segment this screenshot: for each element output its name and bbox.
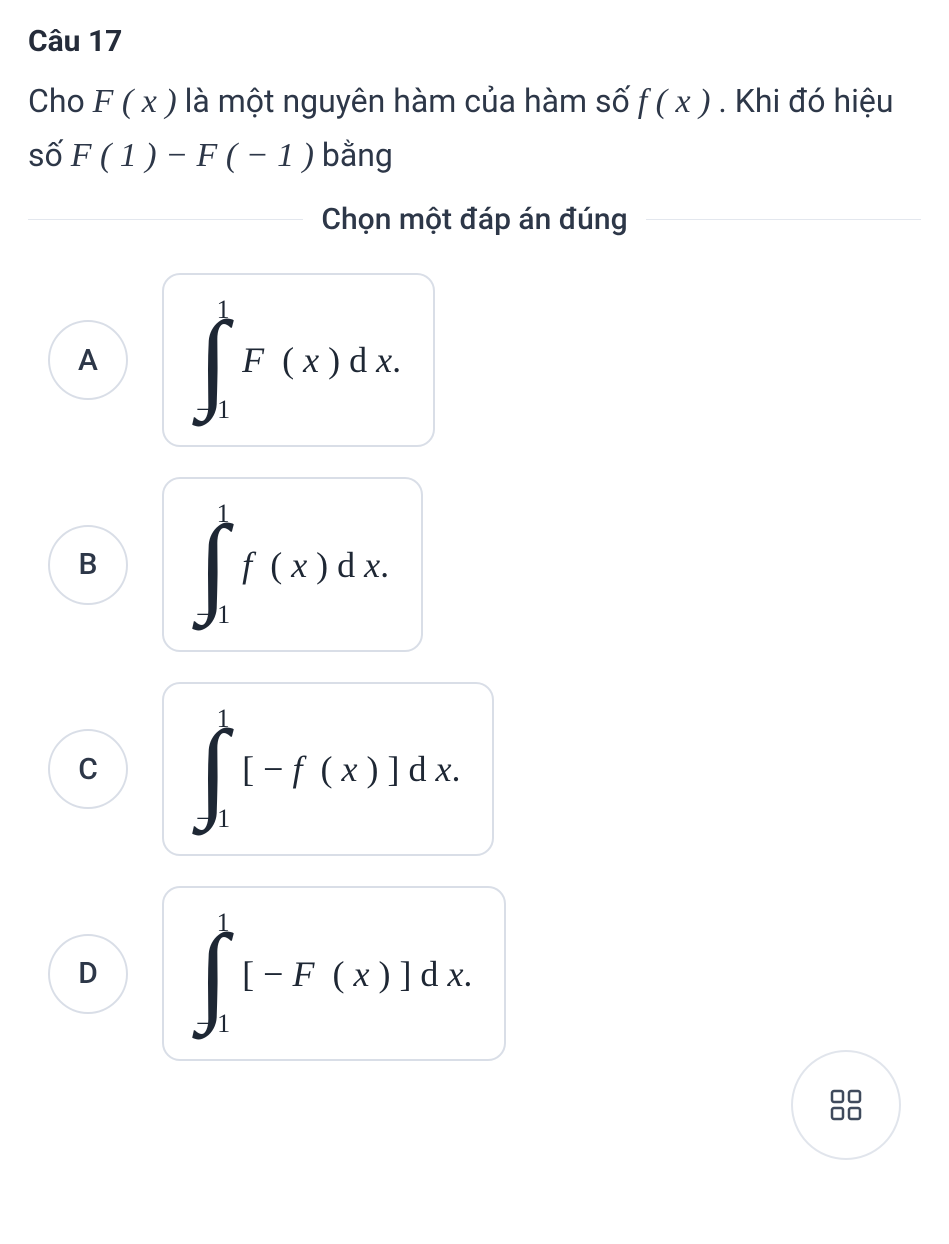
option-box-c[interactable]: 1 ∫ − 1 [ − f ( x ) ] d x. [162, 682, 494, 857]
math-f-of-x: f ( x ) [638, 83, 711, 120]
integral-expression: 1 ∫ − 1 [ − f ( x ) ] d x. [196, 704, 460, 835]
integrand-func: F [292, 954, 314, 994]
integral-sign-icon: ∫ [198, 319, 228, 402]
integral-symbol: 1 ∫ − 1 [196, 295, 230, 426]
integrand-func: f [242, 545, 252, 585]
text: Cho [28, 82, 93, 120]
integrand: F ( x ) d x. [242, 339, 401, 381]
instruction-text: Chọn một đáp án đúng [321, 202, 627, 237]
integral-sign-icon: ∫ [198, 932, 228, 1015]
text: bằng [322, 136, 393, 174]
option-box-b[interactable]: 1 ∫ − 1 f ( x ) d x. [162, 477, 423, 652]
option-row-c: C 1 ∫ − 1 [ − f ( x ) ] d x. [28, 682, 921, 857]
question-title: Câu 17 [28, 24, 921, 59]
integrand-func: F [242, 340, 264, 380]
option-row-d: D 1 ∫ − 1 [ − F ( x ) ] d x. [28, 886, 921, 1061]
option-letter-d[interactable]: D [48, 934, 128, 1014]
integral-sign-icon: ∫ [198, 728, 228, 811]
math-diff-expr: F ( 1 ) − F ( − 1 ) [71, 137, 314, 174]
instruction-divider: Chọn một đáp án đúng [28, 202, 921, 237]
option-row-b: B 1 ∫ − 1 f ( x ) d x. [28, 477, 921, 652]
integral-symbol: 1 ∫ − 1 [196, 704, 230, 835]
grid-icon [829, 1088, 863, 1122]
option-letter-c[interactable]: C [48, 729, 128, 809]
option-row-a: A 1 ∫ − 1 F ( x ) d x. [28, 273, 921, 448]
question-body: Cho F ( x ) là một nguyên hàm của hàm số… [28, 75, 921, 184]
integral-symbol: 1 ∫ − 1 [196, 499, 230, 630]
integrand: [ − F ( x ) ] d x. [242, 953, 472, 995]
integral-expression: 1 ∫ − 1 [ − F ( x ) ] d x. [196, 908, 472, 1039]
integrand: f ( x ) d x. [242, 544, 389, 586]
integrand-func: f [292, 749, 302, 789]
integral-lower-limit: − 1 [196, 1009, 230, 1039]
integral-lower-limit: − 1 [196, 395, 230, 425]
math-F-of-x: F ( x ) [93, 83, 177, 120]
option-box-d[interactable]: 1 ∫ − 1 [ − F ( x ) ] d x. [162, 886, 506, 1061]
integral-lower-limit: − 1 [196, 600, 230, 630]
question-page: Câu 17 Cho F ( x ) là một nguyên hàm của… [0, 0, 949, 1244]
integral-expression: 1 ∫ − 1 f ( x ) d x. [196, 499, 389, 630]
integral-sign-icon: ∫ [198, 523, 228, 606]
option-letter-a[interactable]: A [48, 320, 128, 400]
divider-line [646, 219, 921, 220]
text: là một nguyên hàm của hàm số [185, 82, 638, 120]
integral-symbol: 1 ∫ − 1 [196, 908, 230, 1039]
grid-menu-button[interactable] [791, 1050, 901, 1160]
integrand: [ − f ( x ) ] d x. [242, 748, 460, 790]
option-box-a[interactable]: 1 ∫ − 1 F ( x ) d x. [162, 273, 435, 448]
integral-expression: 1 ∫ − 1 F ( x ) d x. [196, 295, 401, 426]
option-letter-b[interactable]: B [48, 525, 128, 605]
integral-lower-limit: − 1 [196, 804, 230, 834]
divider-line [28, 219, 303, 220]
